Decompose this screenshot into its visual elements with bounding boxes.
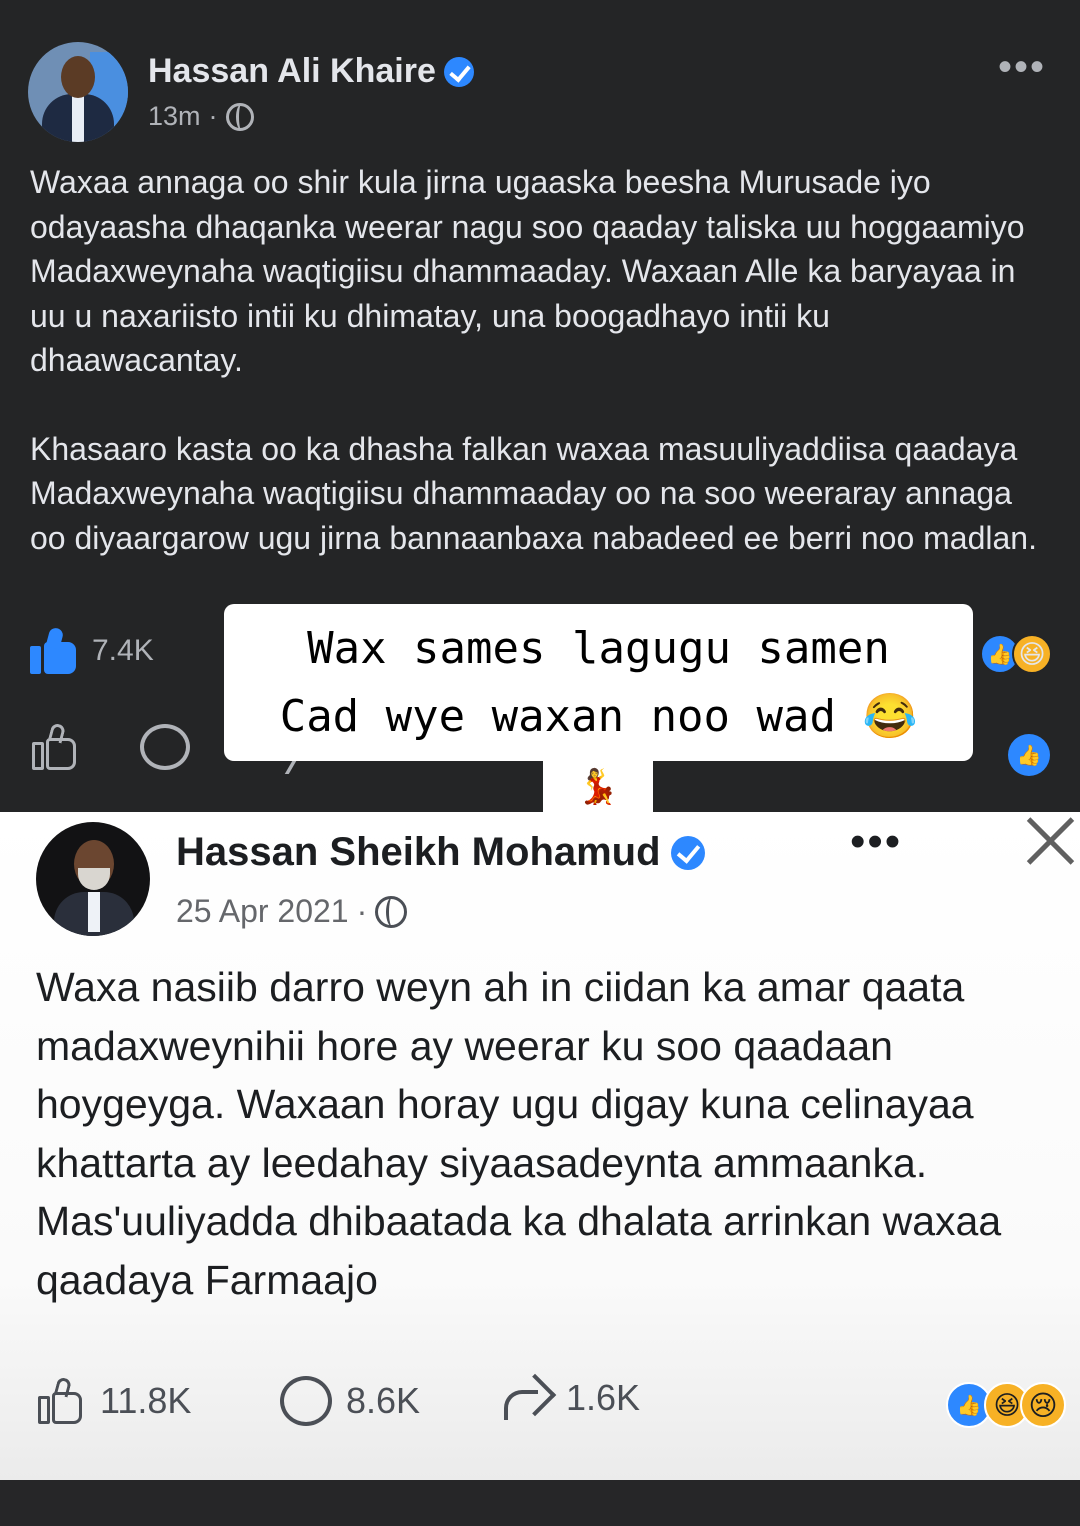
post-paragraph-2: Khasaaro kasta oo ka dhasha falkan waxaa… — [30, 430, 1037, 556]
bottom-post-header: Hassan Sheikh Mohamud 25 Apr 2021 · — [36, 822, 705, 936]
like-count: 7.4K — [92, 634, 154, 667]
reaction-icons[interactable]: 👍 😆 — [980, 634, 1052, 674]
dancer-emoji: 💃 — [543, 760, 653, 814]
like-count: 11.8K — [100, 1380, 192, 1421]
caption-line-1: Wax sames lagugu samen — [307, 622, 890, 674]
avatar[interactable] — [28, 42, 128, 142]
top-post-header: Hassan Ali Khaire 13m · — [28, 42, 474, 142]
post-paragraph-1: Waxaa annaga oo shir kula jirna ugaaska … — [30, 164, 1025, 378]
action-bar — [30, 722, 190, 772]
like-button[interactable] — [30, 722, 80, 772]
globe-icon — [375, 895, 408, 928]
more-options-button[interactable]: ••• — [850, 820, 902, 864]
post-time[interactable]: 25 Apr 2021 — [176, 893, 349, 930]
close-icon[interactable] — [1022, 812, 1078, 868]
caption-line-2: Cad wye waxan noo wad 😂 — [279, 690, 918, 742]
like-icon — [36, 1376, 86, 1426]
bottom-post-meta: Hassan Sheikh Mohamud 25 Apr 2021 · — [176, 830, 705, 930]
post-text: Waxa nasiib darro weyn ah in ciidan ka a… — [36, 964, 1002, 1303]
messenger-like-icon[interactable]: 👍 — [1008, 734, 1050, 776]
reaction-icons[interactable]: 👍 😆 😢 — [946, 1382, 1066, 1428]
author-name[interactable]: Hassan Sheikh Mohamud — [176, 830, 661, 875]
separator-dot: · — [208, 101, 218, 131]
bottom-post: Hassan Sheikh Mohamud 25 Apr 2021 · ••• … — [0, 812, 1080, 1480]
sad-reaction-icon: 😢 — [1020, 1382, 1066, 1428]
caption-overlay: Wax sames lagugu samen Cad wye waxan noo… — [224, 604, 973, 761]
reaction-summary[interactable]: 7.4K — [30, 626, 154, 674]
share-count: 1.6K — [566, 1377, 641, 1418]
comment-count: 8.6K — [346, 1380, 421, 1421]
globe-icon — [225, 102, 254, 131]
avatar[interactable] — [36, 822, 150, 936]
head-shape — [61, 56, 95, 98]
verified-badge-icon — [443, 56, 474, 87]
shirt-shape — [72, 94, 84, 142]
author-name[interactable]: Hassan Ali Khaire — [148, 52, 436, 91]
comment-icon — [280, 1376, 332, 1426]
name-row: Hassan Ali Khaire — [148, 52, 474, 91]
comment-button[interactable]: 8.6K — [280, 1376, 420, 1426]
name-row: Hassan Sheikh Mohamud — [176, 830, 705, 875]
post-time[interactable]: 13m — [148, 101, 201, 132]
bottom-strip — [0, 1480, 1080, 1526]
comment-button[interactable] — [140, 724, 190, 770]
time-row: 25 Apr 2021 · — [176, 893, 705, 930]
like-button[interactable]: 11.8K — [36, 1376, 191, 1426]
shirt-shape — [88, 892, 100, 932]
share-button[interactable]: 1.6K — [500, 1376, 640, 1420]
post-text: Waxaa annaga oo shir kula jirna ugaaska … — [30, 160, 1050, 560]
beard-shape — [78, 868, 110, 890]
more-options-button[interactable]: ••• — [998, 47, 1046, 87]
haha-reaction-icon: 😆 — [1012, 634, 1052, 674]
verified-badge-icon — [670, 835, 705, 870]
share-icon — [500, 1376, 552, 1420]
separator-dot: · — [356, 893, 368, 929]
top-post-meta: Hassan Ali Khaire 13m · — [148, 52, 474, 132]
time-row: 13m · — [148, 101, 474, 132]
like-icon — [30, 626, 78, 674]
action-bar: 11.8K 8.6K 1.6K — [36, 1376, 1056, 1436]
